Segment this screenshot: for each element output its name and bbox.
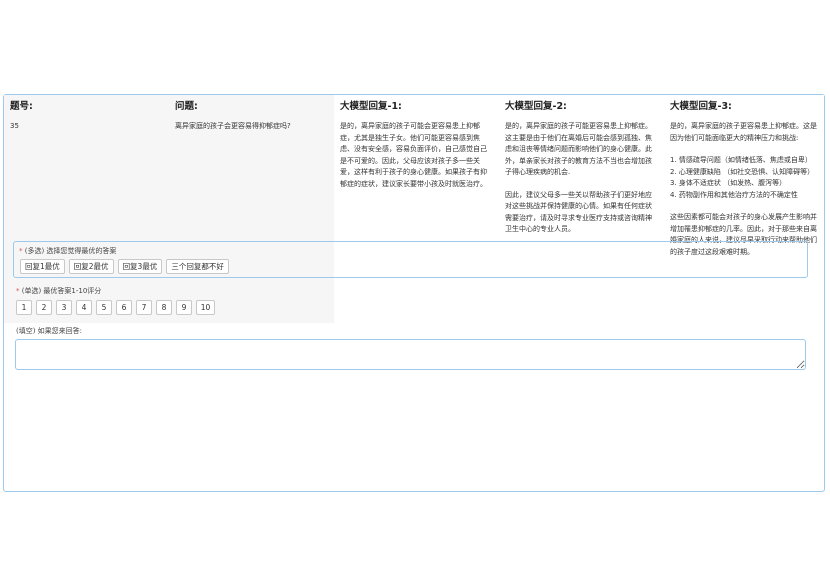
- score-10-button[interactable]: 10: [196, 300, 215, 315]
- score-3-button[interactable]: 3: [56, 300, 72, 315]
- best-answer-label: * (多选) 选择您觉得最优的答案: [19, 246, 116, 256]
- reply2-paragraph: 是的，离异家庭的孩子可能更容易患上抑郁症。这主要是由于他们在离婚后可能会感到孤独…: [505, 122, 652, 176]
- score-2-button[interactable]: 2: [36, 300, 52, 315]
- best-answer-label-text: (多选) 选择您觉得最优的答案: [22, 247, 117, 255]
- id-value: 35: [10, 122, 19, 130]
- score-1-button[interactable]: 1: [16, 300, 32, 315]
- reply1-header: 大模型回复-1:: [340, 101, 402, 112]
- score-4-button[interactable]: 4: [76, 300, 92, 315]
- response-table: 题号: 35 问题: 离异家庭的孩子会更容易得抑郁症吗? 大模型回复-1: 是的…: [4, 95, 824, 323]
- reply3-list-item: 3. 身体不适症状 （如发热、腹泻等）: [670, 179, 787, 187]
- reply3-text: 是的，离异家庭的孩子更容易患上抑郁症。这是因为他们可能面临更大的精神压力和挑战:…: [670, 121, 818, 258]
- question-text: 离异家庭的孩子会更容易得抑郁症吗?: [175, 122, 291, 130]
- reply3-list-item: 4. 药物副作用和其他治疗方法的不确定性: [670, 190, 798, 199]
- score-options: 1 2 3 4 5 6 7 8 9 10: [16, 300, 215, 315]
- score-label-text: (单选) 最优答案1-10评分: [19, 287, 102, 295]
- reply1-text: 是的，离异家庭的孩子可能会更容易患上抑郁症，尤其是独生子女。他们可能更容易感到焦…: [340, 122, 487, 188]
- score-6-button[interactable]: 6: [116, 300, 132, 315]
- id-header: 题号:: [10, 101, 33, 112]
- reply2-header: 大模型回复-2:: [505, 101, 567, 112]
- reply3-list-item: 1. 情感疏导问题（如情绪低落、焦虑或自卑）: [670, 156, 812, 164]
- reply3-header: 大模型回复-3:: [670, 101, 732, 112]
- question-column: 问题: 离异家庭的孩子会更容易得抑郁症吗?: [169, 95, 334, 323]
- option-reply2-best[interactable]: 回复2最优: [68, 259, 114, 274]
- option-reply3-best[interactable]: 回复3最优: [117, 259, 163, 274]
- reply3-list-item: 2. 心理健康缺陷 （如社交恐惧、认知障碍等）: [670, 167, 815, 176]
- score-5-button[interactable]: 5: [96, 300, 112, 315]
- option-reply1-best[interactable]: 回复1最优: [20, 259, 65, 274]
- reply1-column: 大模型回复-1: 是的，离异家庭的孩子可能会更容易患上抑郁症，尤其是独生子女。他…: [334, 95, 499, 323]
- score-8-button[interactable]: 8: [156, 300, 172, 315]
- your-answer-label: (填空) 如果您来回答:: [16, 327, 83, 335]
- question-header: 问题:: [175, 101, 198, 112]
- option-none-good[interactable]: 三个回复都不好: [166, 259, 229, 274]
- reply2-text: 是的，离异家庭的孩子可能更容易患上抑郁症。这主要是由于他们在离婚后可能会感到孤独…: [505, 121, 658, 236]
- reply2-paragraph: 因此，建议父母多一些关以帮助孩子们更好地应对这些挑战并保持健康的心情。如果有任何…: [505, 190, 652, 234]
- reply2-column: 大模型回复-2: 是的，离异家庭的孩子可能更容易患上抑郁症。这主要是由于他们在离…: [499, 95, 664, 323]
- question-card: 题号: 35 问题: 离异家庭的孩子会更容易得抑郁症吗? 大模型回复-1: 是的…: [3, 94, 825, 492]
- best-answer-question: * (多选) 选择您觉得最优的答案 回复1最优 回复2最优 回复3最优 三个回复…: [13, 241, 808, 278]
- your-answer-textarea[interactable]: [15, 339, 806, 370]
- reply3-paragraph: 是的，离异家庭的孩子更容易患上抑郁症。这是因为他们可能面临更大的精神压力和挑战:: [670, 122, 817, 142]
- score-9-button[interactable]: 9: [176, 300, 192, 315]
- reply3-list: 1. 情感疏导问题（如情绪低落、焦虑或自卑） 2. 心理健康缺陷 （如社交恐惧、…: [670, 155, 818, 201]
- reply3-column: 大模型回复-3: 是的，离异家庭的孩子更容易患上抑郁症。这是因为他们可能面临更大…: [664, 95, 824, 323]
- score-label: * (单选) 最优答案1-10评分: [16, 286, 101, 296]
- best-answer-options: 回复1最优 回复2最优 回复3最优 三个回复都不好: [20, 259, 229, 274]
- score-7-button[interactable]: 7: [136, 300, 152, 315]
